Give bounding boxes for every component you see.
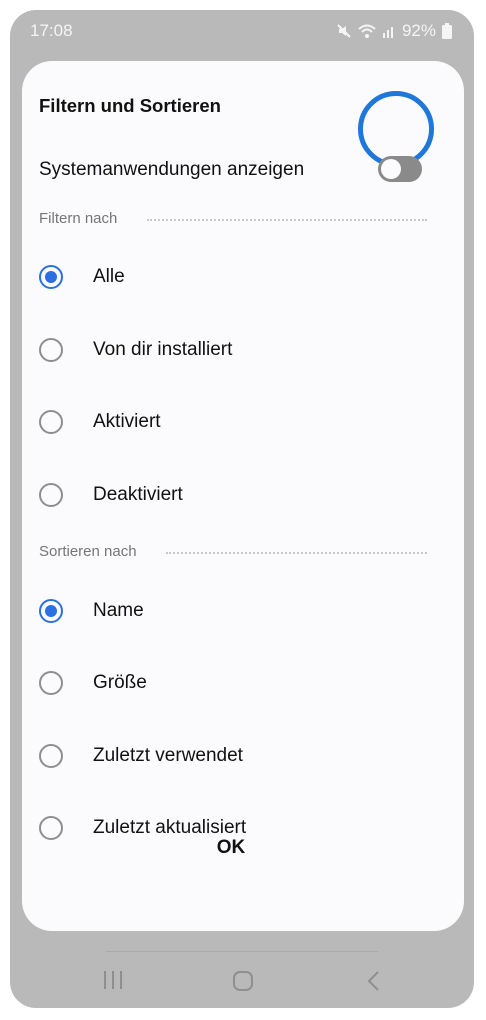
status-time: 17:08 xyxy=(30,21,73,40)
radio-button[interactable] xyxy=(39,816,63,840)
radio-button[interactable] xyxy=(39,671,63,695)
wifi-icon xyxy=(358,23,376,39)
filter-option-label: Deaktiviert xyxy=(93,484,183,505)
recents-icon[interactable] xyxy=(102,970,124,995)
sort-option-label: Größe xyxy=(93,672,147,693)
radio-button[interactable] xyxy=(39,744,63,768)
dialog-title: Filtern und Sortieren xyxy=(39,95,221,116)
filter-option-label: Alle xyxy=(93,266,125,287)
radio-button[interactable] xyxy=(39,410,63,434)
radio-button[interactable] xyxy=(39,483,63,507)
home-icon[interactable] xyxy=(232,970,254,997)
switch-knob xyxy=(381,159,401,179)
filter-option-label: Aktiviert xyxy=(93,411,161,432)
sort-option-label: Zuletzt verwendet xyxy=(93,745,243,766)
status-bar: 17:08 92% xyxy=(10,10,474,54)
sort-section-label: Sortieren nach xyxy=(39,543,137,560)
sort-option-name[interactable]: Name xyxy=(10,581,452,641)
nav-divider xyxy=(106,951,378,952)
sort-option-zuletzt-verwendet[interactable]: Zuletzt verwendet xyxy=(10,726,452,786)
status-icons: 92% xyxy=(336,21,452,41)
back-icon[interactable] xyxy=(366,970,380,997)
sort-option-label: Name xyxy=(93,600,144,621)
signal-icon xyxy=(382,24,396,38)
radio-button[interactable] xyxy=(39,338,63,362)
radio-button[interactable] xyxy=(39,265,63,289)
phone-frame: 17:08 92% Filtern und Sortieren Systeman… xyxy=(10,10,474,1008)
ok-button[interactable]: OK xyxy=(180,825,282,871)
sort-option-groesse[interactable]: Größe xyxy=(10,653,452,713)
filter-option-aktiviert[interactable]: Aktiviert xyxy=(10,392,452,452)
mute-icon xyxy=(336,23,352,39)
section-divider xyxy=(166,552,427,554)
filter-option-label: Von dir installiert xyxy=(93,339,233,360)
show-system-apps-label: Systemanwendungen anzeigen xyxy=(39,159,305,180)
battery-level: 92% xyxy=(401,21,436,40)
show-system-apps-switch[interactable] xyxy=(378,156,422,182)
filter-option-deaktiviert[interactable]: Deaktiviert xyxy=(10,465,452,525)
battery-icon xyxy=(442,23,452,39)
filter-section-header: Filtern nach xyxy=(39,210,427,230)
filter-section-label: Filtern nach xyxy=(39,210,118,227)
section-divider xyxy=(147,219,427,221)
radio-button[interactable] xyxy=(39,599,63,623)
navigation-bar xyxy=(10,951,474,1008)
filter-option-alle[interactable]: Alle xyxy=(10,247,452,307)
sort-section-header: Sortieren nach xyxy=(39,543,427,563)
filter-option-von-dir-installiert[interactable]: Von dir installiert xyxy=(10,320,452,380)
